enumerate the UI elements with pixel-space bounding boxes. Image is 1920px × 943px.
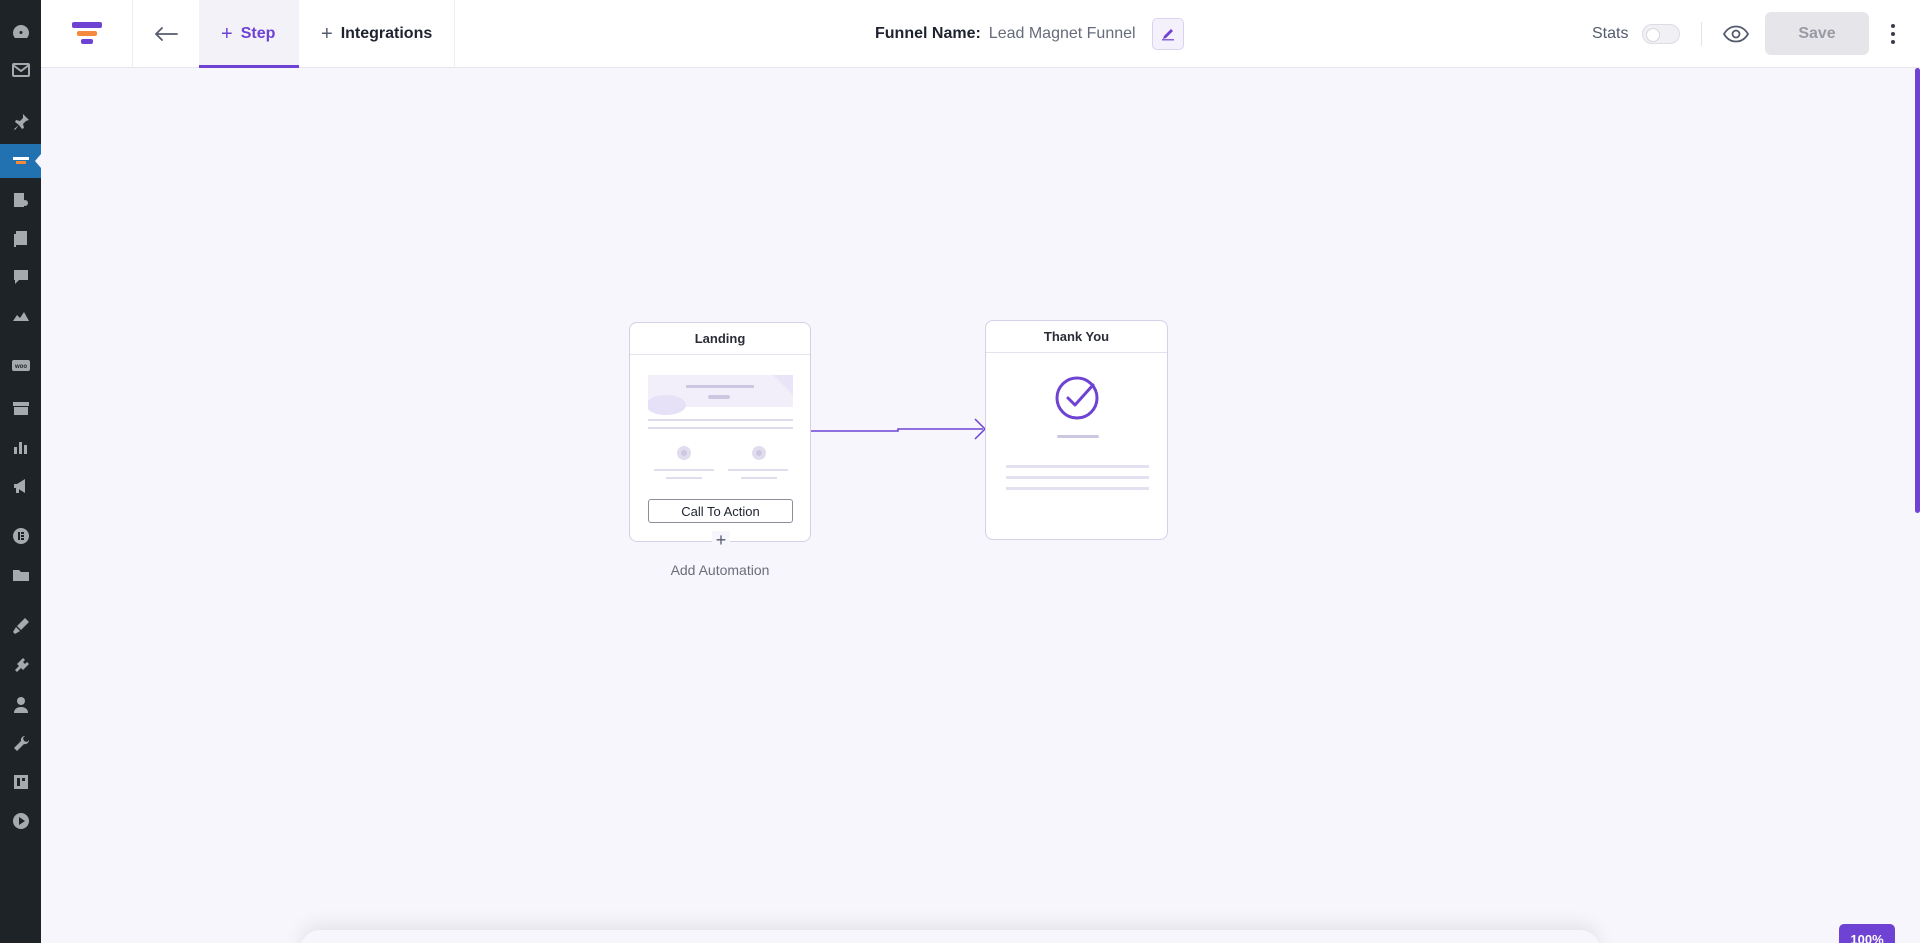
landing-step-title: Landing xyxy=(630,323,810,355)
add-automation-link[interactable]: Add Automation xyxy=(630,562,810,578)
step-connector xyxy=(811,418,987,440)
thank-you-page-thumbnail xyxy=(1006,376,1149,490)
thank-you-step-title: Thank You xyxy=(986,321,1167,353)
call-to-action-button[interactable]: Call To Action xyxy=(648,499,793,523)
zoom-level-badge[interactable]: 100% xyxy=(1839,924,1895,943)
landing-page-thumbnail xyxy=(648,375,793,479)
landing-step-card[interactable]: Landing Call To Action xyxy=(629,322,811,542)
thank-you-step-card[interactable]: Thank You xyxy=(985,320,1168,540)
canvas-bottom-panel xyxy=(300,930,1600,943)
add-automation-plus-icon[interactable]: + xyxy=(712,531,730,549)
